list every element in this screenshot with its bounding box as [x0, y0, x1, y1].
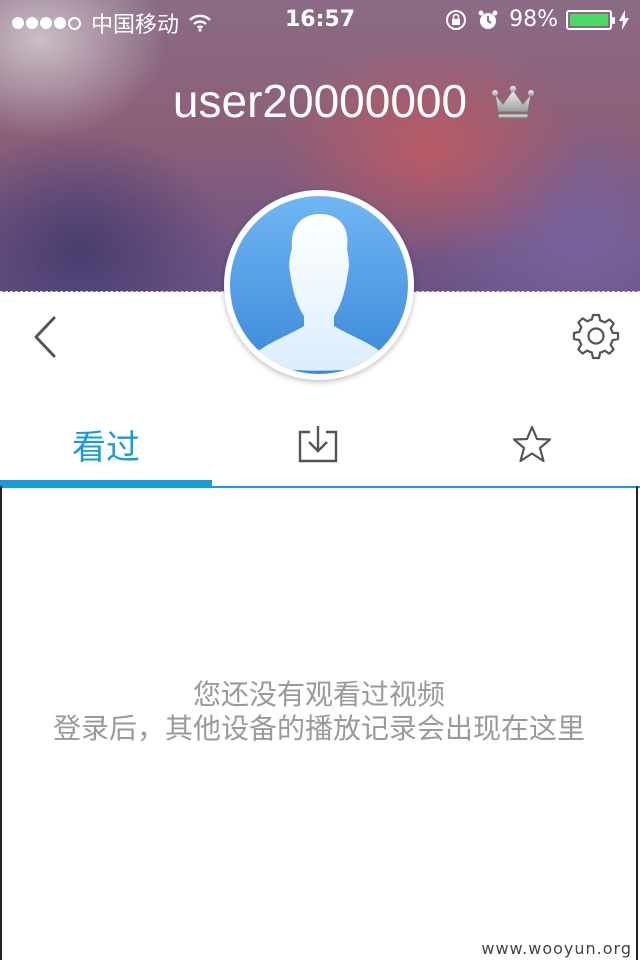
tab-watched-label: 看过: [72, 427, 140, 468]
tab-watched[interactable]: 看过: [0, 404, 212, 484]
status-bar: 中国移动 16:57 98%: [0, 0, 640, 40]
user-avatar-icon: [248, 214, 390, 371]
battery-icon: [566, 9, 615, 30]
battery-percent: 98%: [509, 7, 558, 32]
rotation-lock-icon: [446, 9, 467, 30]
star-icon: [512, 425, 552, 463]
username: user20000000: [172, 75, 468, 127]
tab-bar: 看过: [0, 404, 640, 488]
status-right: 98%: [445, 7, 630, 32]
empty-state-line-1: 您还没有观看过视频: [192, 678, 445, 711]
back-button[interactable]: [26, 312, 66, 362]
watermark: www.wooyun.org: [481, 939, 632, 958]
download-icon: [298, 426, 338, 463]
tab-favorite[interactable]: [424, 404, 640, 484]
watched-list-area: 您还没有观看过视频 登录后，其他设备的播放记录会出现在这里 www.wooyun…: [0, 486, 638, 960]
charging-bolt-icon: [619, 9, 629, 30]
empty-state-line-2: 登录后，其他设备的播放记录会出现在这里: [52, 712, 585, 745]
empty-state-message: 您还没有观看过视频 登录后，其他设备的播放记录会出现在这里: [2, 678, 636, 746]
avatar[interactable]: [224, 190, 414, 380]
crown-icon: [492, 85, 534, 119]
alarm-icon: [478, 10, 498, 29]
gear-icon[interactable]: [572, 312, 620, 360]
tab-download[interactable]: [212, 404, 424, 484]
